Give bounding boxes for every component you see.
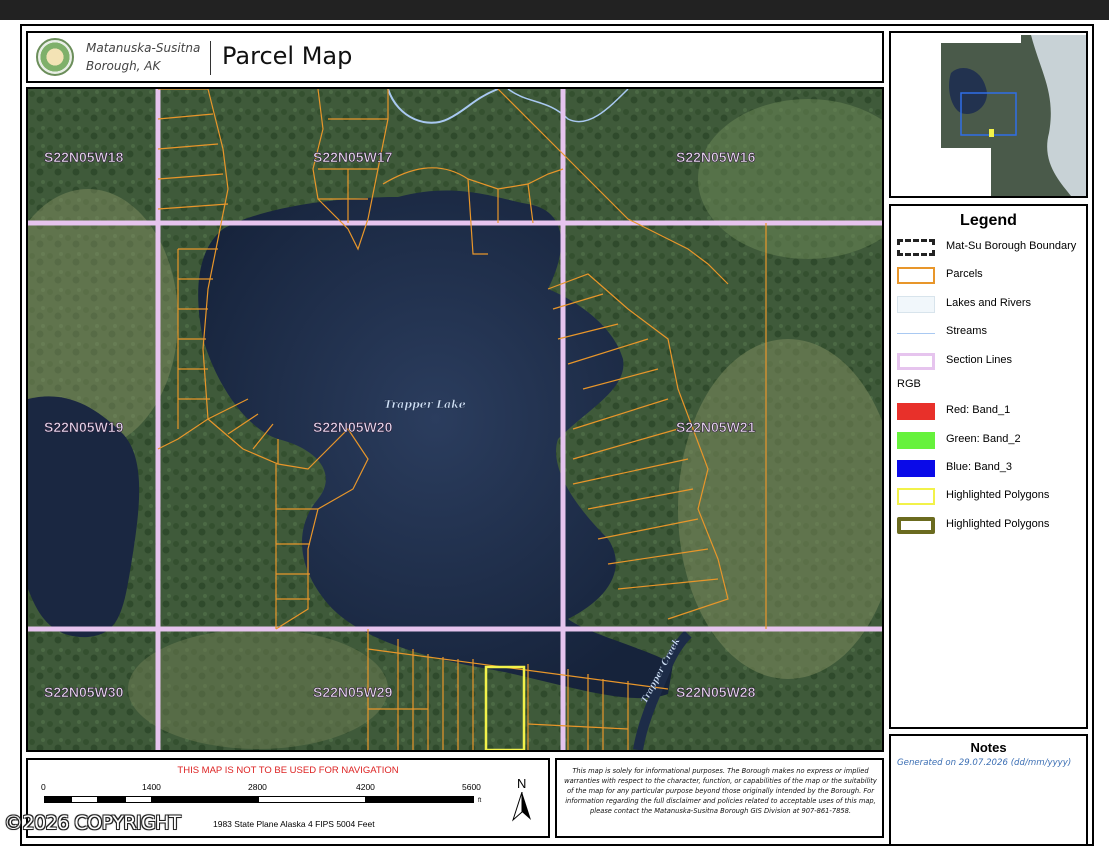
overview-map[interactable] (889, 31, 1088, 198)
legend-panel: Legend Mat-Su Borough Boundary Parcels L… (889, 204, 1088, 729)
boundary-swatch (897, 239, 935, 256)
scale-segment (258, 796, 366, 803)
scale-segment (98, 796, 125, 803)
section-label: S22N05W21 (676, 419, 756, 435)
scale-segment (125, 796, 152, 803)
map-canvas: S22N05W18 S22N05W17 S22N05W16 S22N05W19 … (28, 89, 882, 750)
section-label: S22N05W18 (44, 149, 124, 165)
title-block: Matanuska-Susitna Borough, AK Parcel Map (26, 31, 884, 83)
main-map[interactable]: S22N05W18 S22N05W17 S22N05W16 S22N05W19 … (26, 87, 884, 752)
page-title: Parcel Map (222, 42, 353, 70)
legend-item-parcels: Parcels (895, 265, 1085, 287)
org-line-1: Matanuska-Susitna (86, 41, 201, 55)
overview-highlight (989, 129, 994, 137)
disclaimer-block: This map is solely for informational pur… (555, 758, 884, 838)
legend-label: Highlighted Polygons (946, 518, 1050, 530)
notes-panel: Notes Generated on 29.07.2026 (dd/mm/yyy… (889, 734, 1088, 846)
scale-segment (152, 796, 258, 803)
section-label: S22N05W19 (44, 419, 124, 435)
title-divider (210, 41, 211, 75)
scale-segment (71, 796, 98, 803)
legend-label: Lakes and Rivers (946, 297, 1031, 309)
legend-title: Legend (960, 212, 1017, 229)
legend-label: Red: Band_1 (946, 404, 1011, 416)
lake-label: Trapper Lake (384, 398, 466, 411)
scale-label: 1400 (142, 782, 161, 792)
notes-title: Notes (970, 740, 1007, 755)
legend-label: Parcels (946, 268, 983, 280)
projection-text: 1983 State Plane Alaska 4 FIPS 5004 Feet (213, 819, 375, 829)
section-label: S22N05W20 (313, 419, 393, 435)
legend-label: Mat-Su Borough Boundary (946, 240, 1077, 252)
section-lines-swatch (897, 353, 935, 370)
borough-seal-logo (36, 38, 74, 76)
section-label: S22N05W16 (676, 149, 756, 165)
north-label: N (517, 776, 527, 791)
copyright-watermark: ©2026 COPYRIGHT (4, 812, 181, 834)
legend-item-blue-band: Blue: Band_3 (895, 458, 1085, 480)
parcels-swatch (897, 267, 935, 284)
green-swatch (897, 432, 935, 449)
disclaimer-text: This map is solely for informational pur… (564, 767, 877, 815)
scale-label: 2800 (248, 782, 267, 792)
legend-label: Highlighted Polygons (946, 489, 1050, 501)
org-line-2: Borough, AK (86, 59, 161, 73)
overview-canvas (891, 33, 1086, 196)
legend-label: Streams (946, 325, 987, 337)
scale-segment (44, 796, 71, 803)
legend-item-red-band: Red: Band_1 (895, 401, 1085, 423)
lakes-swatch (897, 296, 935, 313)
section-label: S22N05W30 (44, 684, 124, 700)
red-swatch (897, 403, 935, 420)
legend-item-section-lines: Section Lines (895, 351, 1085, 373)
scale-segment (366, 796, 474, 803)
scale-label: 4200 (356, 782, 375, 792)
blue-swatch (897, 460, 935, 477)
legend-item-lakes: Lakes and Rivers (895, 294, 1085, 316)
legend-item-boundary: Mat-Su Borough Boundary (895, 237, 1085, 259)
legend-item-green-band: Green: Band_2 (895, 430, 1085, 452)
legend-item-highlight-yellow: Highlighted Polygons (895, 486, 1085, 508)
section-label: S22N05W17 (313, 149, 393, 165)
legend-item-highlight-olive: Highlighted Polygons (895, 515, 1085, 537)
scale-unit: ft (478, 798, 482, 804)
scale-label: 0 (41, 782, 46, 792)
section-label: S22N05W29 (313, 684, 393, 700)
highlight-yellow-swatch (897, 488, 935, 505)
legend-label: Green: Band_2 (946, 433, 1021, 445)
organization-name: Matanuska-Susitna Borough, AK (86, 39, 200, 75)
generated-date: Generated on 29.07.2026 (dd/mm/yyyy) (897, 758, 1072, 768)
section-label: S22N05W28 (676, 684, 756, 700)
legend-label: Blue: Band_3 (946, 461, 1013, 473)
rgb-label: RGB (897, 378, 921, 390)
legend-item-streams: Streams (895, 322, 1085, 344)
top-bar (0, 0, 1109, 20)
highlight-olive-swatch (897, 517, 935, 534)
streams-swatch (897, 333, 935, 334)
navigation-warning: THIS MAP IS NOT TO BE USED FOR NAVIGATIO… (177, 765, 399, 776)
north-arrow-icon (512, 792, 531, 822)
legend-label: Section Lines (946, 354, 1013, 366)
scale-label: 5600 (462, 782, 481, 792)
